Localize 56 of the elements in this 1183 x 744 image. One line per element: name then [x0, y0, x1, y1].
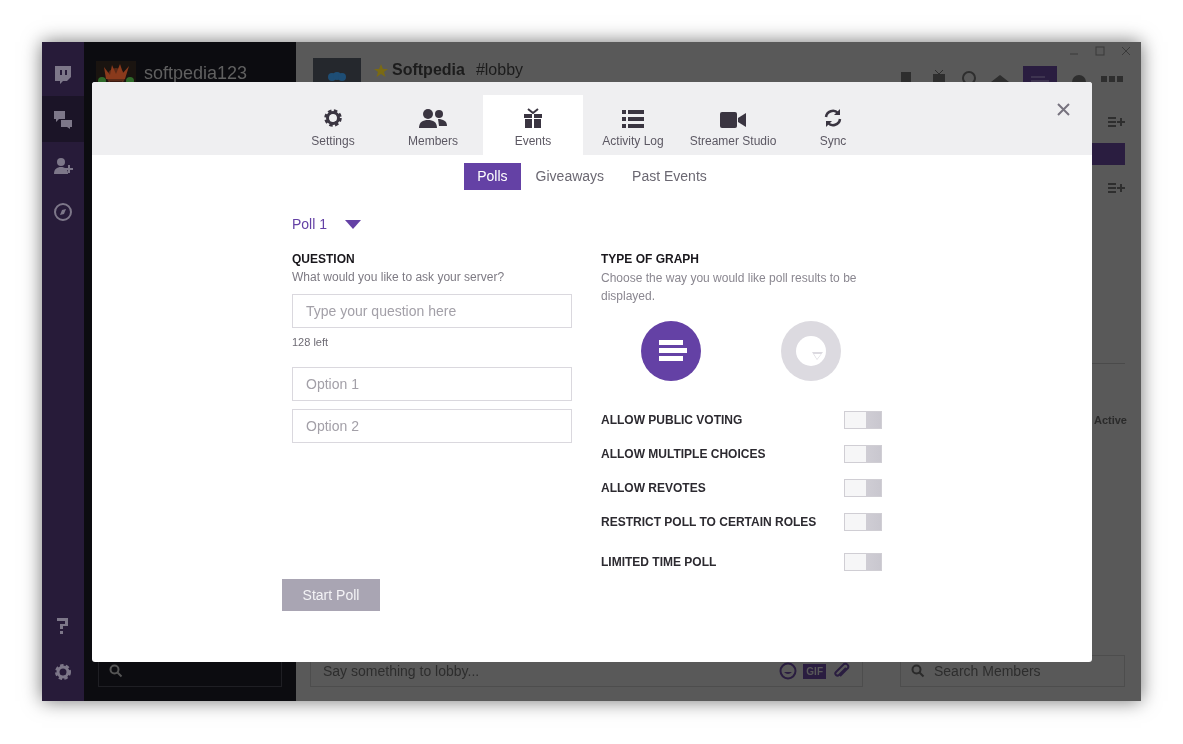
chat-icon[interactable] [53, 109, 73, 129]
toggle-switch[interactable] [844, 445, 882, 463]
sub-tab[interactable]: Past Events [619, 163, 720, 190]
question-field[interactable]: Type your question here [292, 294, 572, 328]
question-hint: What would you like to ask your server? [292, 269, 506, 285]
pie-chart-option[interactable] [781, 321, 841, 381]
toggle-switch[interactable] [844, 513, 882, 531]
people-icon [419, 108, 447, 128]
video-camera-icon [720, 112, 746, 128]
add-user-icon[interactable] [53, 156, 73, 176]
people-icon [326, 72, 348, 82]
tab[interactable]: Settings [283, 95, 383, 155]
tab[interactable]: Streamer Studio [683, 95, 783, 155]
compass-icon[interactable] [53, 202, 73, 222]
poll-dropdown[interactable]: Poll 1 [292, 215, 572, 233]
toggle-switch[interactable] [844, 479, 882, 497]
graph-type-title: TYPE OF GRAPH [601, 251, 700, 267]
sub-tab[interactable]: Polls [464, 163, 521, 190]
caret-icon [345, 219, 362, 229]
question-title: QUESTION [292, 251, 356, 267]
close-icon[interactable] [1121, 46, 1131, 56]
toggle-label: LIMITED TIME POLL [601, 554, 717, 571]
toggle-label: RESTRICT POLL TO CERTAIN ROLES [601, 514, 817, 531]
channel-name: #lobby [475, 60, 524, 80]
user-name: softpedia123 [144, 62, 248, 85]
bar-chart-option[interactable] [641, 321, 701, 381]
toggle-label: ALLOW MULTIPLE CHOICES [601, 446, 766, 463]
option-field[interactable]: Option 2 [292, 409, 572, 443]
poll-button[interactable] [1023, 66, 1057, 82]
bars-icon [1031, 76, 1049, 82]
paperclip-icon[interactable] [832, 662, 850, 680]
chat-bubble-icon[interactable] [53, 64, 73, 84]
toggle-label: ALLOW REVOTES [601, 480, 706, 497]
add-list-icon[interactable] [1108, 117, 1125, 127]
star-icon[interactable] [374, 64, 388, 78]
toggle-switch[interactable] [844, 553, 882, 571]
server-name: Softpedia [392, 60, 465, 80]
tab[interactable]: Events [483, 95, 583, 155]
tab[interactable]: Members [383, 95, 483, 155]
server-icon[interactable] [313, 58, 361, 82]
close-icon[interactable] [1057, 103, 1070, 116]
toggle-label: ALLOW PUBLIC VOTING [601, 412, 743, 429]
characters-left: 128 left [292, 335, 330, 350]
emoji-icon[interactable] [779, 662, 798, 680]
sync-icon [823, 108, 843, 128]
toggle-switch[interactable] [844, 411, 882, 429]
list-icon [622, 110, 644, 128]
settings-icon[interactable] [53, 662, 73, 682]
add-list-icon[interactable] [1108, 183, 1125, 193]
option-field[interactable]: Option 1 [292, 367, 572, 401]
tab[interactable]: Sync [783, 95, 883, 155]
tab[interactable]: Activity Log [583, 95, 683, 155]
sub-tab[interactable]: Giveaways [522, 163, 618, 190]
maximize-icon[interactable] [1095, 46, 1105, 56]
graph-type-hint: Choose the way you would like poll results to be displayed. [601, 270, 858, 305]
more-icon[interactable] [1101, 76, 1123, 82]
